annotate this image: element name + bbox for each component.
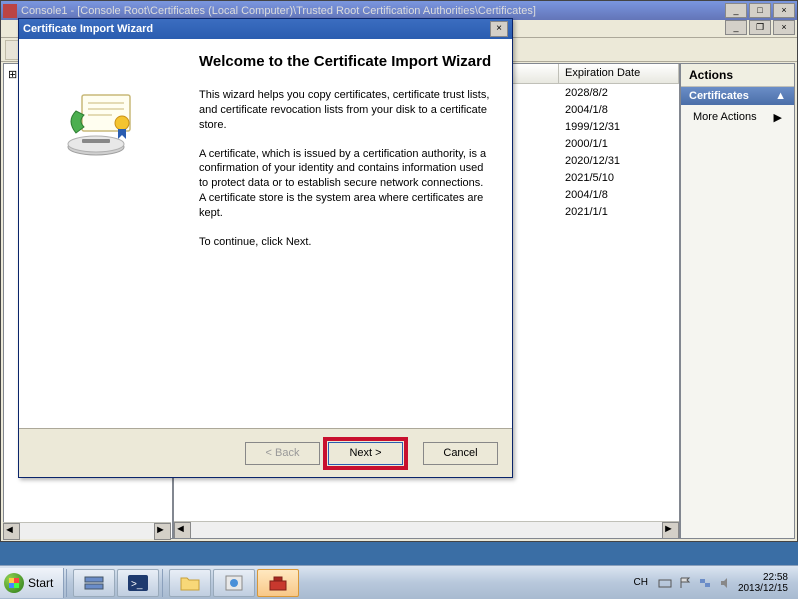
chevron-right-icon: ▶ — [774, 111, 782, 124]
cancel-button[interactable]: Cancel — [423, 442, 498, 465]
server-icon — [83, 574, 105, 592]
toolbox-icon — [267, 574, 289, 592]
mdi-restore-button[interactable]: ❐ — [749, 20, 771, 35]
minimize-button[interactable]: _ — [725, 3, 747, 18]
wizard-title: Certificate Import Wizard — [23, 23, 490, 35]
mdi-close-button[interactable]: × — [773, 20, 795, 35]
taskbar: Start >_ CH 22:58 2013/12/15 — [0, 565, 798, 599]
scroll-left-button[interactable]: ◄ — [3, 523, 20, 539]
back-button: < Back — [245, 442, 320, 465]
windows-logo-icon — [4, 573, 24, 593]
actions-pane: Actions Certificates ▲ More Actions ▶ — [680, 63, 795, 539]
certificate-icon — [54, 89, 144, 169]
scroll-left-button[interactable]: ◄ — [174, 522, 191, 539]
wizard-paragraph: To continue, click Next. — [199, 235, 492, 250]
taskbar-pinned-server-manager[interactable] — [73, 569, 115, 597]
taskbar-separator — [162, 569, 166, 597]
wizard-close-button[interactable]: × — [490, 21, 508, 37]
flag-icon[interactable] — [678, 576, 692, 590]
start-label: Start — [28, 576, 53, 590]
volume-icon[interactable] — [718, 576, 732, 590]
taskbar-app-mmc[interactable] — [213, 569, 255, 597]
start-button[interactable]: Start — [0, 568, 64, 598]
actions-category[interactable]: Certificates ▲ — [681, 87, 794, 105]
chevron-up-icon: ▲ — [775, 90, 786, 102]
keyboard-icon[interactable] — [658, 576, 672, 590]
language-indicator[interactable]: CH — [629, 575, 651, 590]
actions-category-label: Certificates — [689, 90, 749, 102]
wizard-sidebar — [19, 39, 179, 428]
taskbar-app-explorer[interactable] — [169, 569, 211, 597]
mmc-app-icon — [3, 4, 17, 18]
powershell-icon: >_ — [127, 574, 149, 592]
wizard-main: Welcome to the Certificate Import Wizard… — [179, 39, 512, 428]
mdi-minimize-button[interactable]: _ — [725, 20, 747, 35]
more-actions-item[interactable]: More Actions ▶ — [681, 105, 794, 130]
mmc-title: Console1 - [Console Root\Certificates (L… — [21, 5, 725, 17]
system-tray: CH 22:58 2013/12/15 — [623, 566, 798, 599]
wizard-paragraph: This wizard helps you copy certificates,… — [199, 88, 492, 133]
column-expiration[interactable]: Expiration Date — [559, 64, 679, 83]
close-button[interactable]: × — [773, 3, 795, 18]
scroll-track[interactable] — [20, 523, 154, 539]
clock-date: 2013/12/15 — [738, 583, 788, 594]
clock[interactable]: 22:58 2013/12/15 — [738, 572, 792, 594]
network-icon[interactable] — [698, 576, 712, 590]
wizard-heading: Welcome to the Certificate Import Wizard — [199, 53, 492, 70]
scroll-track[interactable] — [191, 522, 662, 538]
wizard-button-row: < Back Next > Cancel — [19, 429, 512, 477]
taskbar-pinned-powershell[interactable]: >_ — [117, 569, 159, 597]
actions-header: Actions — [681, 64, 794, 87]
mmc-icon — [223, 574, 245, 592]
taskbar-separator — [66, 569, 70, 597]
scroll-right-button[interactable]: ► — [662, 522, 679, 539]
svg-text:>_: >_ — [131, 579, 143, 590]
scroll-right-button[interactable]: ► — [154, 523, 171, 539]
clock-time: 22:58 — [738, 572, 788, 583]
next-button[interactable]: Next > — [328, 442, 403, 465]
certificate-import-wizard: Certificate Import Wizard × Welcome to t… — [18, 18, 513, 478]
maximize-button[interactable]: □ — [749, 3, 771, 18]
wizard-paragraph: A certificate, which is issued by a cert… — [199, 147, 492, 221]
taskbar-app-toolbox[interactable] — [257, 569, 299, 597]
folder-icon — [179, 574, 201, 592]
more-actions-label: More Actions — [693, 111, 757, 124]
wizard-titlebar[interactable]: Certificate Import Wizard × — [19, 19, 512, 39]
